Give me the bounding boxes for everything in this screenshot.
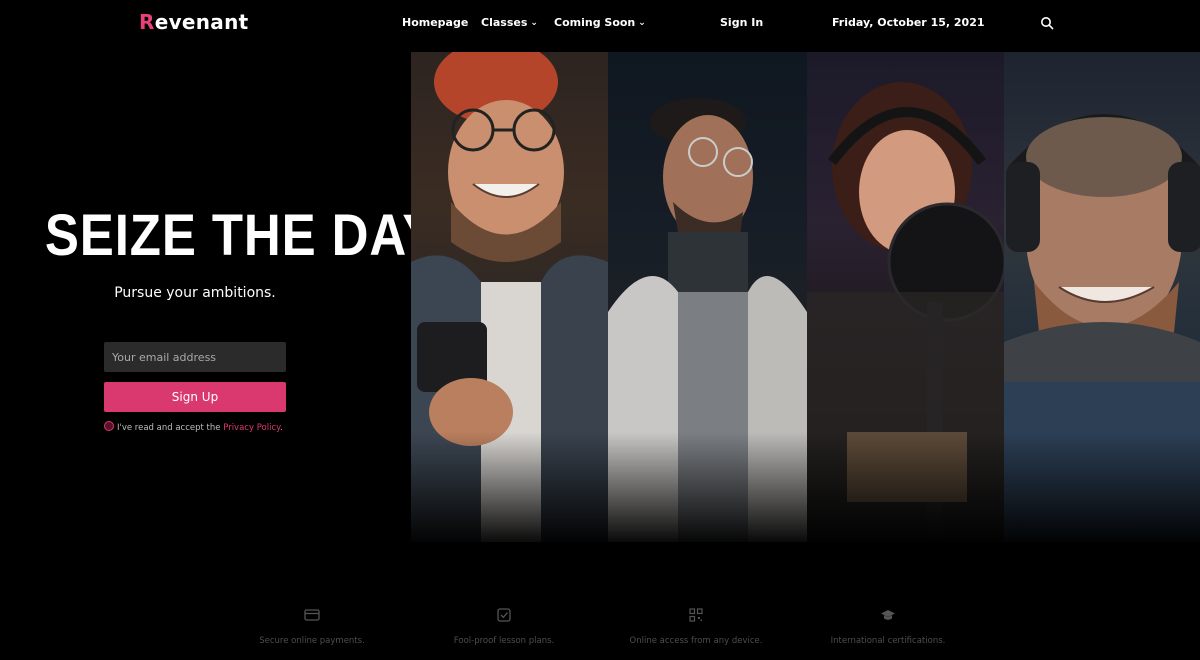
current-date: Friday, October 15, 2021 (832, 16, 985, 29)
feature-text: Secure online payments. (259, 636, 365, 646)
search-icon[interactable] (1040, 16, 1054, 30)
feature-text: Fool-proof lesson plans. (453, 636, 555, 646)
feature-text: Online access from any device. (629, 636, 763, 646)
consent-radio[interactable] (104, 421, 114, 431)
feature-certifications: International certifications. (798, 608, 978, 647)
sign-in-link[interactable]: Sign In (720, 16, 763, 29)
nav-coming-soon[interactable]: Coming Soon ⌄ (554, 16, 646, 29)
feature-online-access: Online access from any device. (606, 608, 786, 647)
feature-lesson-plans: Fool-proof lesson plans. (414, 608, 594, 647)
photo-woman-singing (807, 52, 1004, 542)
site-header: Revenant Homepage Classes ⌄ Coming Soon ⌄ … (0, 0, 1200, 48)
chevron-down-icon: ⌄ (530, 18, 538, 28)
privacy-policy-link[interactable]: Privacy Policy (223, 423, 280, 433)
feature-text: International certifications. (830, 636, 946, 646)
nav-homepage[interactable]: Homepage (402, 16, 468, 29)
hero-photo-collage (411, 52, 1200, 542)
feature-secure-payments: Secure online payments. (222, 608, 402, 647)
qr-code-icon (689, 608, 703, 622)
privacy-consent: I've read and accept the Privacy Policy. (104, 421, 283, 433)
sign-up-button[interactable]: Sign Up (104, 382, 286, 412)
photo-smiling-man-with-phone (411, 52, 608, 542)
logo[interactable]: Revenant (139, 10, 249, 34)
photo-man-with-glasses (608, 52, 807, 542)
chevron-down-icon: ⌄ (638, 18, 646, 28)
photo-man-with-headphones (1004, 52, 1200, 542)
email-field[interactable] (104, 342, 286, 372)
consent-label: I've read and accept the (117, 423, 224, 433)
hero-title: SEIZE THE DAY (44, 203, 438, 268)
nav-classes[interactable]: Classes ⌄ (481, 16, 538, 29)
graduation-cap-icon (881, 610, 895, 620)
checkbox-icon (497, 608, 511, 622)
credit-card-icon (304, 609, 320, 621)
hero-subtitle: Pursue your ambitions. (114, 285, 276, 301)
